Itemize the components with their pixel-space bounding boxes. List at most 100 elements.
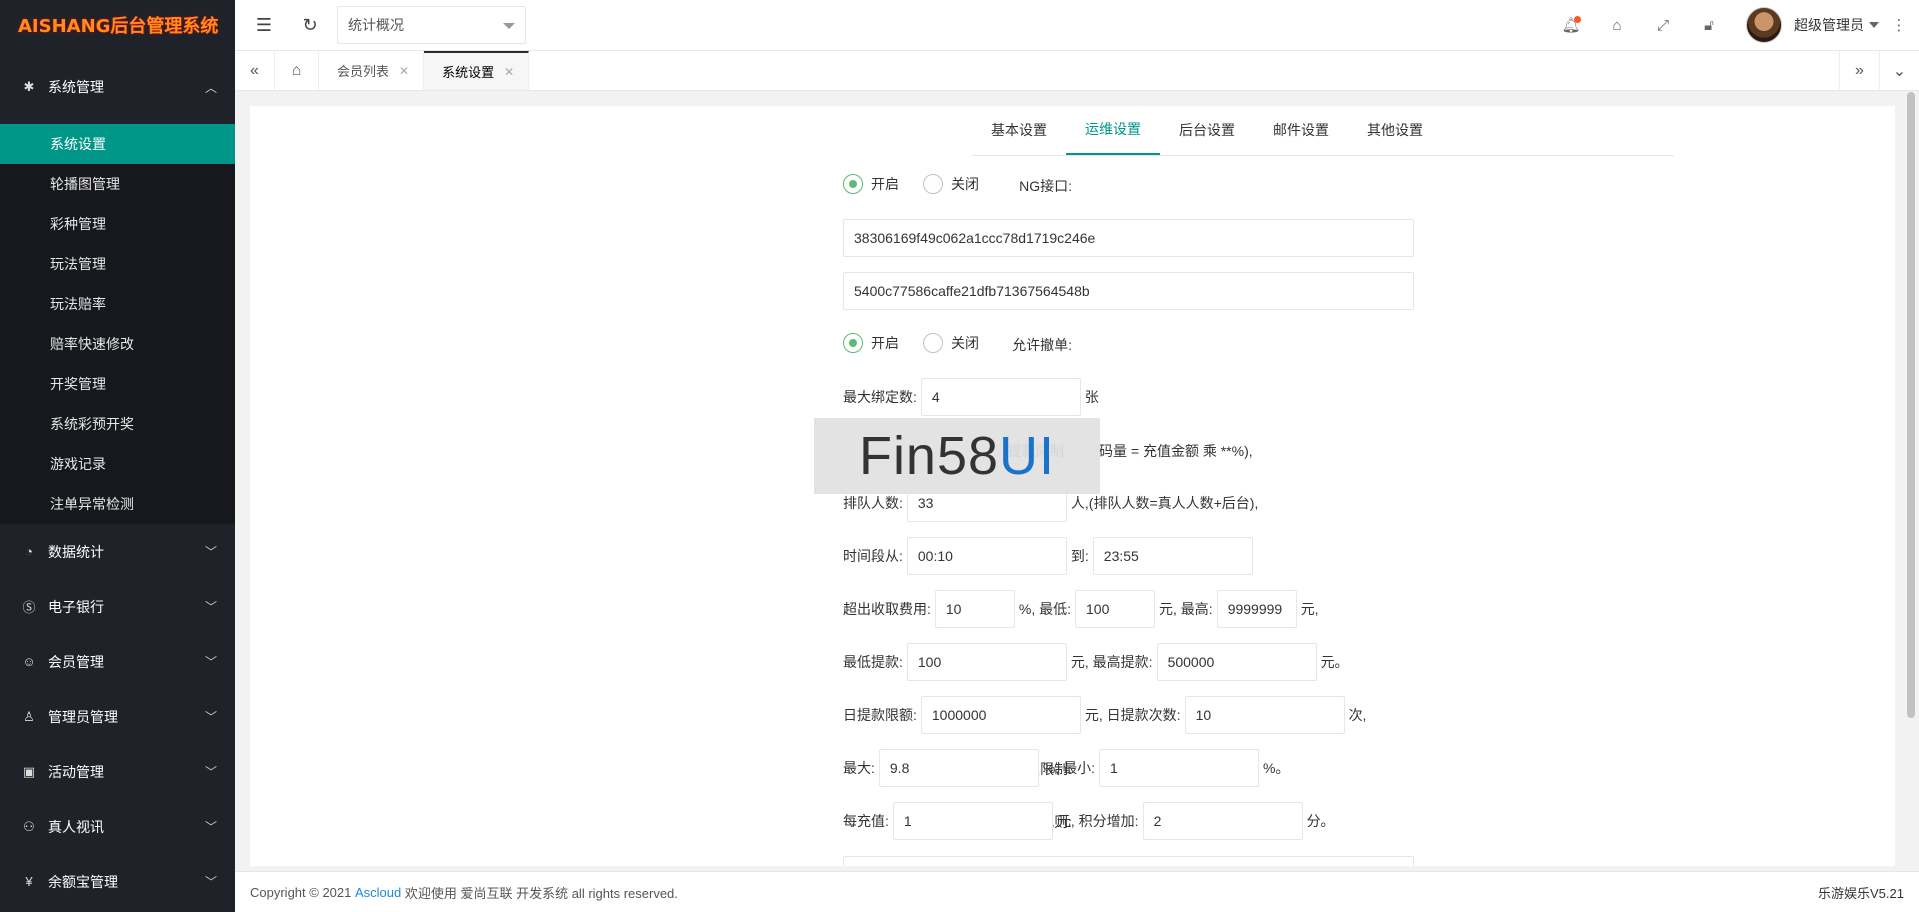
menu-live-video[interactable]: ⚇ 真人视讯 ﹀ xyxy=(0,799,235,854)
fullscreen-icon[interactable]: ⤢ xyxy=(1640,0,1686,50)
sidebar-item-lottery-types[interactable]: 彩种管理 xyxy=(0,204,235,244)
close-icon[interactable]: ✕ xyxy=(504,65,514,79)
tab-ops[interactable]: 运维设置 xyxy=(1066,106,1160,155)
radio-label: 关闭 xyxy=(951,176,979,192)
cancel-close-radio[interactable]: 关闭 xyxy=(923,333,979,353)
sidebar-item-quick-odds[interactable]: 赔率快速修改 xyxy=(0,324,235,364)
fee-label: 超出收取费用: xyxy=(843,601,931,617)
bet-note: 码量 = 充值金额 乘 **%), xyxy=(1099,443,1253,459)
fee-input[interactable]: 10 xyxy=(934,590,1015,628)
menu-yuebao[interactable]: ¥ 余额宝管理 ﹀ xyxy=(0,854,235,909)
radio-checked-icon xyxy=(843,333,863,353)
sidebar-item-play-methods[interactable]: 玩法管理 xyxy=(0,244,235,284)
points-add-label: 元, 积分增加: xyxy=(1056,813,1139,829)
home-icon[interactable]: ⌂ xyxy=(275,51,319,90)
max-bind-label: 最大绑定数: xyxy=(843,389,917,405)
submenu-system: 系统设置 轮播图管理 彩种管理 玩法管理 玩法赔率 赔率快速修改 开奖管理 系统… xyxy=(0,124,235,524)
sidebar-item-carousel[interactable]: 轮播图管理 xyxy=(0,164,235,204)
menu-ebank[interactable]: Ⓢ 电子银行 ﹀ xyxy=(0,579,235,634)
next-field-input[interactable] xyxy=(843,856,1414,866)
chevron-down-icon: ﹀ xyxy=(204,820,217,834)
cancel-open-radio[interactable]: 开启 xyxy=(843,333,899,353)
tabs-menu-chevron-icon[interactable]: ⌄ xyxy=(1879,51,1919,90)
fee-min-input[interactable]: 100 xyxy=(1075,590,1156,628)
tab-other[interactable]: 其他设置 xyxy=(1348,106,1442,155)
daily-limit-input[interactable]: 1000000 xyxy=(920,696,1081,734)
time-to-label: 到: xyxy=(1070,548,1089,564)
daily-count-label: 元, 日提款次数: xyxy=(1084,707,1181,723)
menu-label: 余额宝管理 xyxy=(48,873,118,890)
tabs-scroll-right-icon[interactable]: » xyxy=(1839,51,1879,90)
gear-icon: ✱ xyxy=(23,79,35,94)
chevron-down-icon: ﹀ xyxy=(204,710,217,724)
menu-label: 系统管理 xyxy=(48,79,104,95)
refresh-icon[interactable]: ↻ xyxy=(287,0,333,50)
menu-label: 管理员管理 xyxy=(48,708,118,725)
tab-basic[interactable]: 基本设置 xyxy=(972,106,1066,155)
menu-label: 真人视讯 xyxy=(48,818,104,835)
version-text: 乐游娱乐V5.21 xyxy=(1818,885,1904,901)
chevron-down-icon: ﹀ xyxy=(204,655,217,669)
sidebar-item-system-settings[interactable]: 系统设置 xyxy=(0,124,235,164)
menu-toggle-icon[interactable]: ☰ xyxy=(241,0,287,50)
watermark: Fin58 UI xyxy=(814,418,1100,494)
dollar-icon: Ⓢ xyxy=(22,600,36,615)
api-account-input[interactable]: 38306169f49c062a1ccc78d1719c246e xyxy=(843,219,1414,257)
ascloud-link[interactable]: Ascloud xyxy=(355,885,401,900)
scrollbar[interactable] xyxy=(1907,92,1915,718)
close-icon[interactable]: ✕ xyxy=(399,64,409,78)
max-withdraw-input[interactable]: 500000 xyxy=(1156,643,1317,681)
queue-label: 排队人数: xyxy=(843,495,903,511)
menu-admins[interactable]: ♙ 管理员管理 ﹀ xyxy=(0,689,235,744)
fee-max-label: 元, 最高: xyxy=(1159,601,1213,617)
max-bind-input[interactable]: 4 xyxy=(920,378,1081,416)
radio-unchecked-icon xyxy=(923,333,943,353)
radio-label: 开启 xyxy=(871,176,899,192)
tab-member-list[interactable]: 会员列表 ✕ xyxy=(319,51,425,90)
watermark-text-ui: UI xyxy=(999,426,1056,486)
gift-icon: ▣ xyxy=(22,763,36,779)
tab-backend[interactable]: 后台设置 xyxy=(1160,106,1254,155)
menu-statistics[interactable]: ◔ 数据统计 ﹀ xyxy=(0,524,235,579)
daily-limit-label: 日提款限额: xyxy=(843,707,917,723)
per-recharge-label: 每充值: xyxy=(843,813,889,829)
footer-text: 欢迎使用 爱尚互联 开发系统 all rights reserved. xyxy=(404,885,678,901)
user-menu[interactable]: 超级管理员 xyxy=(1794,15,1879,35)
footer: Copyright © 2021 Ascloud 欢迎使用 爱尚互联 开发系统 … xyxy=(235,871,1919,912)
ng-open-radio[interactable]: 开启 xyxy=(843,174,899,194)
sidebar-item-bet-anomaly[interactable]: 注单异常检测 xyxy=(0,484,235,524)
bell-icon[interactable]: 🔔︎ xyxy=(1548,0,1594,50)
sidebar-item-game-records[interactable]: 游戏记录 xyxy=(0,444,235,484)
per-recharge-input[interactable]: 1 xyxy=(892,802,1053,840)
daily-count-input[interactable]: 10 xyxy=(1184,696,1345,734)
sidebar-item-odds[interactable]: 玩法赔率 xyxy=(0,284,235,324)
menu-label: 活动管理 xyxy=(48,763,104,780)
tabs-scroll-left-icon[interactable]: « xyxy=(235,51,275,90)
avatar[interactable] xyxy=(1746,7,1782,43)
tab-system-settings[interactable]: 系统设置 ✕ xyxy=(424,51,530,90)
sidebar-item-draw[interactable]: 开奖管理 xyxy=(0,364,235,404)
ng-close-radio[interactable]: 关闭 xyxy=(923,174,979,194)
lock-icon[interactable]: 🔓︎ xyxy=(1686,0,1732,50)
fee-max-input[interactable]: 9999999 xyxy=(1216,590,1297,628)
tab-label: 系统设置 xyxy=(442,65,495,80)
tab-mail[interactable]: 邮件设置 xyxy=(1254,106,1348,155)
points-add-input[interactable]: 2 xyxy=(1142,802,1303,840)
sidebar-item-pre-draw[interactable]: 系统彩预开奖 xyxy=(0,404,235,444)
more-vertical-icon[interactable]: ⋮ xyxy=(1879,0,1919,50)
min-withdraw-input[interactable]: 100 xyxy=(906,643,1067,681)
tag-icon[interactable]: ⌂ xyxy=(1594,0,1640,50)
time-to-input[interactable]: 23:55 xyxy=(1092,537,1253,575)
rebate-max-input[interactable]: 9.8 xyxy=(878,749,1039,787)
tab-label: 会员列表 xyxy=(337,64,390,79)
menu-label: 数据统计 xyxy=(48,543,104,560)
logo: AISHANG后台管理系统 xyxy=(18,16,219,37)
menu-label: 电子银行 xyxy=(48,598,104,615)
sign-key-input[interactable]: 5400c77586caffe21dfb71367564548b xyxy=(843,272,1414,310)
menu-members[interactable]: ☺ 会员管理 ﹀ xyxy=(0,634,235,689)
menu-system[interactable]: ✱ 系统管理 ︿ xyxy=(0,50,235,124)
rebate-min-input[interactable]: 1 xyxy=(1099,749,1260,787)
menu-activities[interactable]: ▣ 活动管理 ﹀ xyxy=(0,744,235,799)
stats-select[interactable]: 统计概况 xyxy=(337,6,526,44)
time-from-input[interactable]: 00:10 xyxy=(906,537,1067,575)
